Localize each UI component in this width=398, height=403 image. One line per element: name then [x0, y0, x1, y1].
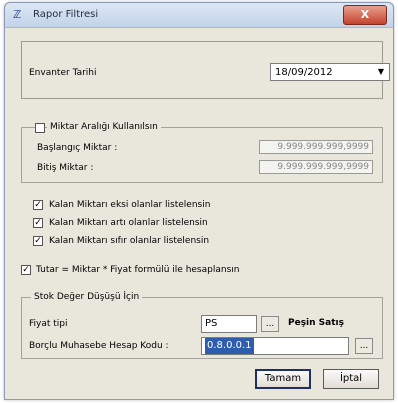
- iptal-button[interactable]: İptal: [323, 369, 379, 389]
- chevron-down-icon[interactable]: ▼: [375, 66, 387, 78]
- arti-option-label: Kalan Miktarı artı olanlar listelensin: [49, 218, 208, 228]
- fiyat-tipi-label: Fiyat tipi: [29, 319, 68, 329]
- envanter-tarihi-value: 18/09/2012: [275, 67, 333, 78]
- miktar-araligi-checkbox[interactable]: [35, 123, 45, 133]
- baslangic-miktar-field[interactable]: 9.999.999.999,9999: [259, 140, 373, 154]
- formula-checkbox[interactable]: ✓: [21, 265, 31, 275]
- app-icon: ℤ: [13, 8, 22, 21]
- miktar-araligi-label: Miktar Aralığı Kullanılsın: [47, 122, 161, 132]
- hesap-kodu-label: Borçlu Muhasebe Hesap Kodu :: [29, 341, 169, 351]
- baslangic-miktar-label: Başlangıç Miktar :: [37, 143, 118, 153]
- close-button[interactable]: X: [343, 5, 387, 25]
- title-bar[interactable]: ℤ Rapor Filtresi X: [5, 3, 393, 28]
- fiyat-tipi-lookup-button[interactable]: ...: [261, 316, 279, 332]
- fiyat-tipi-input[interactable]: PS: [201, 315, 257, 333]
- eksi-option-label: Kalan Miktarı eksi olanlar listelensin: [49, 200, 211, 210]
- sifir-option-label: Kalan Miktarı sıfır olanlar listelensin: [49, 236, 210, 246]
- fiyat-tipi-description: Peşin Satış: [288, 318, 344, 328]
- hesap-kodu-input[interactable]: 0.8.0.0.1: [201, 337, 349, 355]
- arti-checkbox[interactable]: ✓: [33, 218, 43, 228]
- hesap-kodu-value: 0.8.0.0.1: [205, 338, 254, 354]
- formula-label: Tutar = Miktar * Fiyat formülü ile hesap…: [36, 265, 240, 275]
- bitis-miktar-field[interactable]: 9.999.999.999,9999: [259, 160, 373, 174]
- miktar-araligi-group: [21, 127, 383, 183]
- eksi-checkbox[interactable]: ✓: [33, 200, 43, 210]
- window-title: Rapor Filtresi: [33, 9, 99, 20]
- hesap-kodu-lookup-button[interactable]: ...: [355, 338, 373, 354]
- bitis-miktar-label: Bitiş Miktar :: [37, 163, 94, 173]
- rapor-filtresi-dialog: ℤ Rapor Filtresi X Envanter Tarihi 18/09…: [4, 2, 394, 400]
- sifir-checkbox[interactable]: ✓: [33, 236, 43, 246]
- stok-deger-legend: Stok Değer Düşüşü İçin: [31, 292, 143, 302]
- envanter-tarihi-dropdown[interactable]: 18/09/2012 ▼: [270, 63, 390, 81]
- envanter-tarihi-label: Envanter Tarihi: [29, 68, 97, 78]
- tamam-button[interactable]: Tamam: [255, 369, 311, 389]
